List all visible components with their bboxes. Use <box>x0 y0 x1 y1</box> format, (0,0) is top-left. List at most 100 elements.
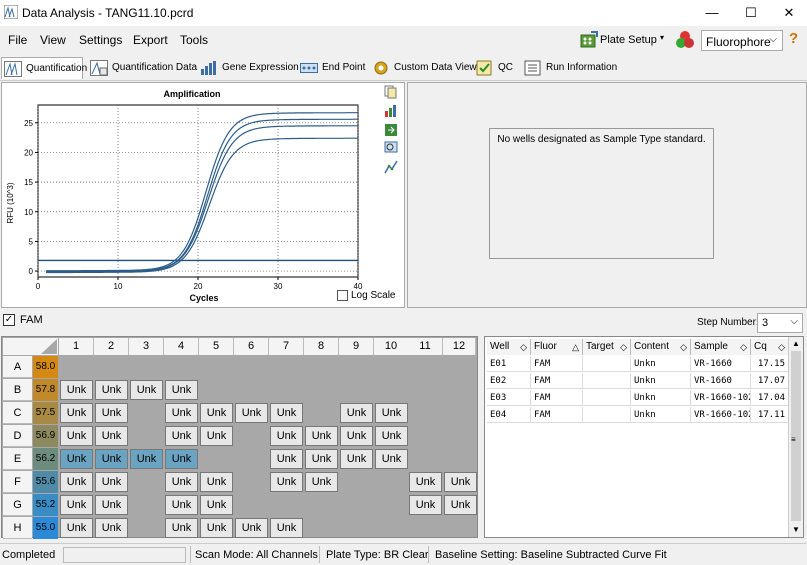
curve-fit-icon[interactable] <box>384 160 398 174</box>
plate-well[interactable]: Unk <box>375 426 408 446</box>
table-column-header[interactable]: Target ◇ <box>583 339 631 355</box>
tab-qc[interactable]: QC <box>474 57 516 79</box>
table-column-header[interactable]: Fluor △ <box>531 339 583 355</box>
plate-well[interactable]: Unk <box>200 426 233 446</box>
table-column-header[interactable]: Sample ◇ <box>691 339 751 355</box>
plate-row-header[interactable]: G <box>3 494 32 516</box>
table-cell[interactable]: E03 <box>487 390 531 406</box>
plate-column-header[interactable]: 12 <box>443 338 476 355</box>
plate-well[interactable]: Unk <box>444 495 477 515</box>
log-scale-checkbox[interactable]: Log Scale <box>337 290 395 301</box>
plate-column-header[interactable]: 2 <box>94 338 129 355</box>
plate-well[interactable]: Unk <box>235 518 268 538</box>
plate-well[interactable]: Unk <box>305 426 338 446</box>
table-cell[interactable] <box>583 373 631 389</box>
plate-well[interactable]: Unk <box>95 518 128 538</box>
plate-well[interactable]: Unk <box>409 495 442 515</box>
tab-custom-data-view[interactable]: Custom Data View <box>370 57 477 79</box>
plate-row-header[interactable]: C <box>3 402 32 424</box>
plate-row-header[interactable]: D <box>3 425 32 447</box>
plate-column-header[interactable]: 1 <box>59 338 94 355</box>
plate-well[interactable]: Unk <box>95 380 128 400</box>
plate-column-header[interactable]: 10 <box>374 338 409 355</box>
plate-column-header[interactable]: 6 <box>234 338 269 355</box>
table-cell[interactable]: FAM <box>531 373 583 389</box>
help-icon[interactable]: ? <box>789 30 798 47</box>
vertical-scrollbar[interactable]: ▲ ≡ ▼ <box>788 337 803 537</box>
table-cell[interactable]: FAM <box>531 356 583 372</box>
amplification-chart[interactable]: Amplification 05101520250 10 20 30 40 Cycles… <box>2 83 382 307</box>
table-cell[interactable]: E04 <box>487 407 531 423</box>
table-cell[interactable]: Unkn <box>631 407 691 423</box>
tab-quantification-data[interactable]: Quantification Data <box>88 57 197 79</box>
step-number-select[interactable]: 3 ⌵ <box>757 313 803 333</box>
plate-well[interactable]: Unk <box>60 449 93 469</box>
table-column-header[interactable]: Well ◇ <box>487 339 531 355</box>
plate-well[interactable]: Unk <box>340 426 373 446</box>
close-button[interactable]: ✕ <box>770 0 807 26</box>
plate-well[interactable]: Unk <box>95 426 128 446</box>
plate-well[interactable]: Unk <box>95 449 128 469</box>
plate-row-header[interactable]: H <box>3 517 32 539</box>
table-cell[interactable]: E01 <box>487 356 531 372</box>
menu-tools[interactable]: Tools <box>180 33 208 47</box>
table-cell[interactable]: Unkn <box>631 373 691 389</box>
plate-well[interactable]: Unk <box>270 472 303 492</box>
export-icon[interactable] <box>384 123 398 137</box>
table-cell[interactable] <box>583 356 631 372</box>
fluorophore-select[interactable]: Fluorophore ⌵ <box>701 30 783 51</box>
plate-well[interactable]: Unk <box>60 495 93 515</box>
plate-well[interactable]: Unk <box>60 403 93 423</box>
plate-well[interactable]: Unk <box>60 518 93 538</box>
select-all-corner-icon[interactable] <box>41 339 57 354</box>
menu-file[interactable]: File <box>8 33 27 47</box>
zoom-icon[interactable] <box>384 141 398 155</box>
plate-well[interactable]: Unk <box>60 426 93 446</box>
plate-column-header[interactable]: 11 <box>408 338 443 355</box>
plate-column-header[interactable]: 4 <box>164 338 199 355</box>
menu-settings[interactable]: Settings <box>79 33 122 47</box>
table-cell[interactable]: Unkn <box>631 356 691 372</box>
plate-well[interactable]: Unk <box>235 403 268 423</box>
plate-column-header[interactable]: 7 <box>269 338 304 355</box>
table-cell[interactable]: E02 <box>487 373 531 389</box>
plate-well[interactable]: Unk <box>130 380 163 400</box>
table-cell[interactable]: 17.07 <box>751 373 789 389</box>
plate-column-header[interactable]: 5 <box>199 338 234 355</box>
plate-well[interactable]: Unk <box>130 449 163 469</box>
chart-options-icon[interactable] <box>384 104 398 118</box>
plate-well[interactable]: Unk <box>375 403 408 423</box>
table-cell[interactable]: Unkn <box>631 390 691 406</box>
plate-well[interactable]: Unk <box>444 472 477 492</box>
menu-export[interactable]: Export <box>133 33 168 47</box>
plate-well[interactable]: Unk <box>270 426 303 446</box>
plate-well[interactable]: Unk <box>305 449 338 469</box>
copy-icon[interactable] <box>384 85 398 99</box>
minimize-button[interactable]: — <box>693 0 731 26</box>
plate-well[interactable]: Unk <box>165 495 198 515</box>
fam-checkbox[interactable]: ✓ <box>3 314 15 326</box>
plate-well[interactable]: Unk <box>165 403 198 423</box>
plate-well[interactable]: Unk <box>200 403 233 423</box>
table-cell[interactable]: FAM <box>531 390 583 406</box>
plate-row-header[interactable]: A <box>3 356 32 378</box>
plate-well[interactable]: Unk <box>200 495 233 515</box>
plate-well[interactable]: Unk <box>95 403 128 423</box>
plate-row-header[interactable]: F <box>3 471 32 493</box>
plate-well[interactable]: Unk <box>375 449 408 469</box>
tab-quantification[interactable]: Quantification <box>1 57 87 79</box>
table-column-header[interactable]: Content ◇ <box>631 339 691 355</box>
plate-well[interactable]: Unk <box>340 403 373 423</box>
table-cell[interactable] <box>583 390 631 406</box>
plate-well[interactable]: Unk <box>60 380 93 400</box>
plate-well[interactable]: Unk <box>340 449 373 469</box>
plate-setup-button[interactable]: Plate Setup ▾ <box>578 29 670 51</box>
plate-row-header[interactable]: E <box>3 448 32 470</box>
plate-well[interactable]: Unk <box>305 472 338 492</box>
plate-column-header[interactable]: 3 <box>129 338 164 355</box>
tab-gene-expression[interactable]: Gene Expression <box>198 57 299 79</box>
plate-well[interactable]: Unk <box>270 403 303 423</box>
tab-run-information[interactable]: Run Information <box>522 57 617 79</box>
plate-well[interactable]: Unk <box>95 472 128 492</box>
menu-view[interactable]: View <box>40 33 66 47</box>
